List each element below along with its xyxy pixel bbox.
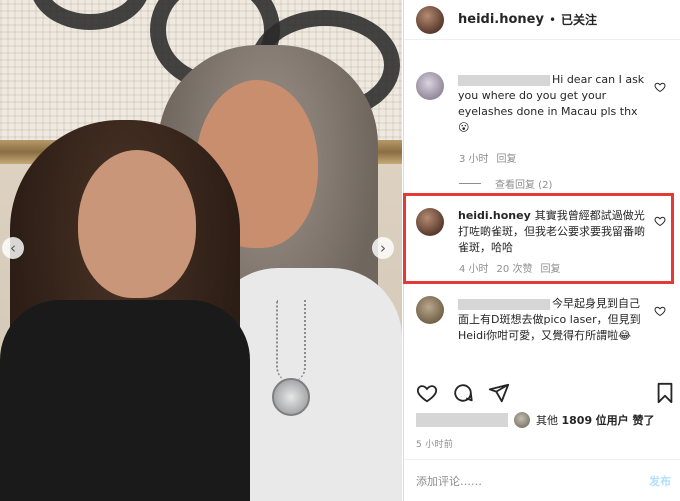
add-comment-bar: 添加评论…… 发布	[404, 459, 680, 501]
view-replies-label: 查看回复 (2)	[495, 180, 553, 191]
comment-icon[interactable]	[452, 382, 474, 404]
comment-item: 今早起身見到自己面上有D斑想去做pico laser，但見到Heidi你咁可愛，…	[416, 296, 672, 344]
chevron-right-icon[interactable]: ›	[372, 237, 394, 259]
comment-item: Hi dear can I ask you where do you get y…	[416, 72, 672, 165]
chevron-left-icon[interactable]: ‹	[2, 237, 24, 259]
highlight-box	[403, 193, 674, 284]
follow-status-button[interactable]: 已关注	[561, 11, 597, 28]
girl-face	[78, 150, 196, 298]
comment-text: Hi dear can I ask you where do you get y…	[458, 72, 650, 136]
comment-text: 今早起身見到自己面上有D斑想去做pico laser，但見到Heidi你咁可愛，…	[458, 296, 650, 344]
avatar[interactable]	[416, 72, 444, 100]
necklace-pendant	[272, 378, 310, 416]
post-photo[interactable]: ‹ ›	[0, 0, 402, 501]
post-username[interactable]: heidi.honey	[458, 12, 544, 27]
avatar[interactable]	[416, 296, 444, 324]
redacted-username	[458, 298, 550, 310]
likes-count: 1809	[561, 413, 593, 427]
redacted-username	[416, 413, 508, 427]
likes-summary[interactable]: 其他 1809 位用户 赞了	[416, 412, 654, 428]
avatar	[514, 412, 530, 428]
likes-prefix: 其他	[536, 414, 558, 427]
likes-suffix: 位用户 赞了	[595, 414, 655, 427]
divider-line	[459, 183, 481, 184]
heart-icon[interactable]	[654, 305, 666, 317]
action-bar	[416, 382, 673, 406]
separator-dot: •	[548, 12, 557, 27]
comment-time: 3 小时	[459, 154, 489, 165]
necklace-chain	[276, 300, 306, 382]
heart-icon[interactable]	[416, 382, 438, 404]
bookmark-icon[interactable]	[654, 382, 676, 404]
post-header: heidi.honey • 已关注	[404, 0, 680, 40]
comment-meta: 3 小时 回复	[459, 150, 672, 165]
post-comment-button[interactable]: 发布	[649, 473, 671, 489]
view-replies-button[interactable]: 查看回复 (2)	[459, 176, 552, 191]
post-timestamp: 5 小时前	[416, 440, 454, 450]
redacted-username	[458, 74, 550, 86]
share-icon[interactable]	[488, 382, 510, 404]
comment-input[interactable]: 添加评论……	[416, 473, 482, 489]
heart-icon[interactable]	[654, 81, 666, 93]
reply-button[interactable]: 回复	[497, 150, 517, 165]
girl-shirt	[0, 300, 250, 501]
avatar[interactable]	[416, 5, 444, 34]
